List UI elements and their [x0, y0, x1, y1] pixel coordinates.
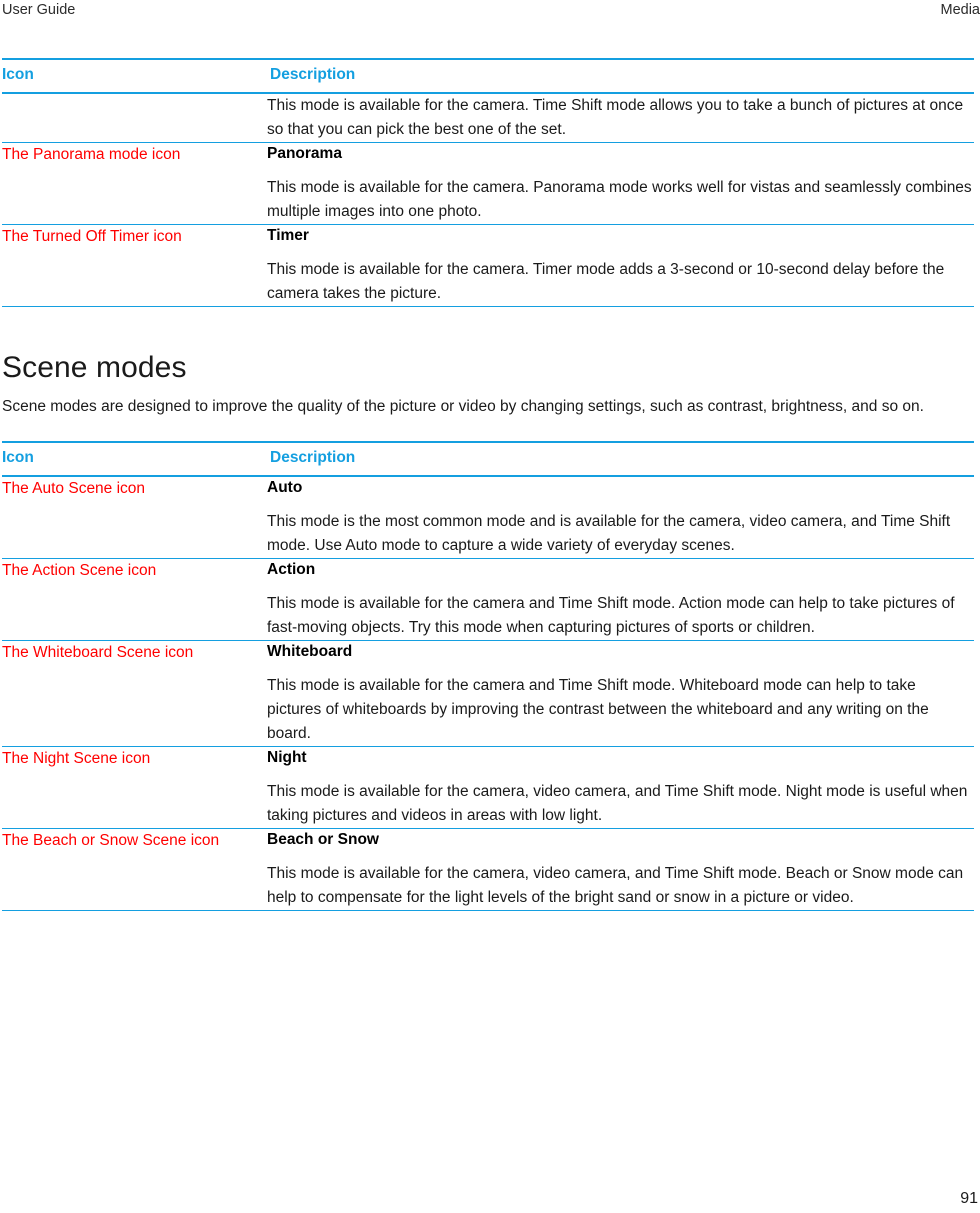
- mode-title: Beach or Snow: [267, 831, 379, 848]
- mode-title: Panorama: [267, 145, 342, 162]
- table-row: The Beach or Snow Scene icon Beach or Sn…: [2, 829, 974, 911]
- column-header-description: Description: [267, 58, 974, 94]
- icon-alt-text: [2, 93, 267, 143]
- icon-alt-text: The Panorama mode icon: [2, 146, 181, 163]
- mode-description: This mode is available for the camera an…: [267, 677, 929, 742]
- mode-title: Whiteboard: [267, 643, 353, 660]
- table-header-row: Icon Description: [2, 441, 974, 477]
- mode-description: This mode is available for the camera, v…: [267, 783, 968, 824]
- table-row: The Panorama mode icon Panorama This mod…: [2, 143, 974, 225]
- table-row: The Action Scene icon Action This mode i…: [2, 559, 974, 641]
- document-page: User Guide Media Icon Description This m…: [0, 0, 980, 1213]
- icon-alt-text: The Beach or Snow Scene icon: [2, 832, 220, 849]
- icon-alt-text: The Night Scene icon: [2, 750, 151, 767]
- mode-title: Auto: [267, 479, 303, 496]
- icon-alt-text: The Action Scene icon: [2, 562, 157, 579]
- page-number: 91: [960, 1190, 978, 1207]
- mode-title: Timer: [267, 227, 309, 244]
- table-header-row: Icon Description: [2, 58, 974, 94]
- description-cell: Auto This mode is the most common mode a…: [267, 476, 974, 559]
- mode-description: This mode is available for the camera. T…: [267, 261, 945, 302]
- description-cell: Action This mode is available for the ca…: [267, 559, 974, 641]
- description-cell: Whiteboard This mode is available for th…: [267, 641, 974, 747]
- table-row: The Whiteboard Scene icon Whiteboard Thi…: [2, 641, 974, 747]
- camera-modes-table-wrapper: Icon Description This mode is available …: [2, 0, 978, 307]
- mode-description: This mode is the most common mode and is…: [267, 513, 951, 554]
- section-heading-scene-modes: Scene modes: [2, 351, 187, 384]
- table-row: The Turned Off Timer icon Timer This mod…: [2, 225, 974, 307]
- description-cell: Panorama This mode is available for the …: [267, 143, 974, 225]
- camera-modes-table: Icon Description This mode is available …: [2, 58, 974, 307]
- mode-title: Night: [267, 749, 307, 766]
- mode-description: This mode is available for the camera an…: [267, 595, 955, 636]
- page-content: Icon Description This mode is available …: [2, 0, 978, 911]
- column-header-description: Description: [267, 441, 974, 477]
- icon-alt-text: The Turned Off Timer icon: [2, 228, 182, 245]
- description-cell: Beach or Snow This mode is available for…: [267, 829, 974, 911]
- mode-description: This mode is available for the camera, v…: [267, 865, 964, 906]
- section-intro-text: Scene modes are designed to improve the …: [2, 398, 924, 415]
- column-header-icon: Icon: [2, 441, 267, 477]
- mode-description: This mode is available for the camera. P…: [267, 179, 972, 220]
- icon-alt-text: The Auto Scene icon: [2, 480, 146, 497]
- description-cell: This mode is available for the camera. T…: [267, 93, 974, 143]
- description-cell: Timer This mode is available for the cam…: [267, 225, 974, 307]
- column-header-icon: Icon: [2, 58, 267, 94]
- mode-title: Action: [267, 561, 316, 578]
- table-row: The Night Scene icon Night This mode is …: [2, 747, 974, 829]
- scene-modes-table-wrapper: Icon Description The Auto Scene icon Aut…: [2, 419, 978, 911]
- description-cell: Night This mode is available for the cam…: [267, 747, 974, 829]
- table-row: This mode is available for the camera. T…: [2, 93, 974, 143]
- icon-alt-text: The Whiteboard Scene icon: [2, 644, 194, 661]
- scene-modes-table: Icon Description The Auto Scene icon Aut…: [2, 441, 974, 911]
- mode-description: This mode is available for the camera. T…: [267, 97, 964, 138]
- table-row: The Auto Scene icon Auto This mode is th…: [2, 476, 974, 559]
